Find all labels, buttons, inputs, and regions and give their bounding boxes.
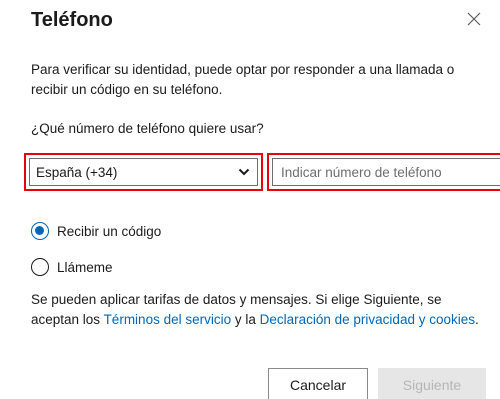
disclaimer-text: Se pueden aplicar tarifas de datos y men… xyxy=(31,290,481,330)
terms-of-service-link[interactable]: Términos del servicio xyxy=(104,312,232,327)
phone-number-input[interactable] xyxy=(272,158,500,186)
radio-button-checked[interactable] xyxy=(31,222,49,240)
close-icon[interactable] xyxy=(466,11,482,27)
country-select[interactable]: España (+34) xyxy=(29,158,258,186)
phone-dialog: Teléfono Para verificar su identidad, pu… xyxy=(0,0,500,399)
disclaimer-middle: y la xyxy=(231,312,260,327)
intro-text: Para verificar su identidad, puede optar… xyxy=(31,62,455,97)
dialog-title: Teléfono xyxy=(31,9,113,31)
cancel-button[interactable]: Cancelar xyxy=(268,368,368,399)
radio-button-unchecked[interactable] xyxy=(31,258,49,276)
radio-receive-code-label: Recibir un código xyxy=(57,223,162,239)
disclaimer-after: . xyxy=(475,312,479,327)
next-button[interactable]: Siguiente xyxy=(378,368,486,399)
radio-call-me[interactable]: Llámeme xyxy=(31,258,113,276)
radio-call-me-label: Llámeme xyxy=(57,259,113,275)
chevron-down-icon xyxy=(238,168,250,176)
country-select-value: España (+34) xyxy=(36,164,118,180)
radio-receive-code[interactable]: Recibir un código xyxy=(31,222,161,240)
phone-question: ¿Qué número de teléfono quiere usar? xyxy=(31,121,264,136)
privacy-statement-link[interactable]: Declaración de privacidad y cookies xyxy=(260,312,475,327)
